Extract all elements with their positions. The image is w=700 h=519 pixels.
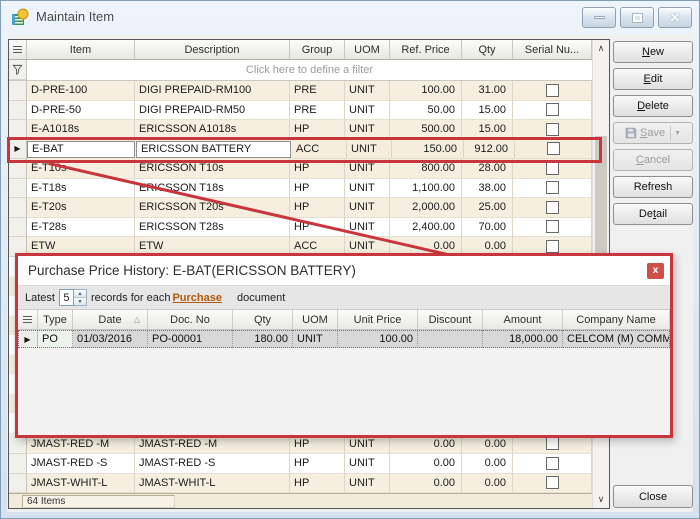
filter-gutter-cell[interactable] <box>9 60 27 80</box>
table-row[interactable]: D-PRE-100 DIGI PREPAID-RM100 PRE UNIT 10… <box>9 81 592 101</box>
table-row[interactable]: E-T18s ERICSSON T18s HP UNIT 1,100.00 38… <box>9 179 592 199</box>
latest-label: Latest <box>25 292 55 304</box>
close-button[interactable]: Close <box>613 485 693 508</box>
column-header-item[interactable]: Item <box>27 40 135 59</box>
column-header-group[interactable]: Group <box>290 40 345 59</box>
dialog-title: Purchase Price History: E-BAT(ERICSSON B… <box>28 263 356 278</box>
column-header-discount[interactable]: Discount <box>418 310 483 329</box>
annotation-highlight-box <box>7 137 602 163</box>
serial-checkbox[interactable] <box>546 240 559 253</box>
window-titlebar: Maintain Item ✕ <box>1 1 699 34</box>
edit-button[interactable]: Edit <box>613 68 693 90</box>
purchase-link[interactable]: Purchase <box>172 292 222 304</box>
history-gutter-header <box>18 310 38 329</box>
table-header-row: Item Description Group UOM Ref. Price Qt… <box>9 40 592 60</box>
column-header-doc-no[interactable]: Doc. No <box>148 310 233 329</box>
scroll-down-icon[interactable]: ∨ <box>593 491 609 508</box>
minimize-button[interactable] <box>582 7 616 28</box>
serial-checkbox[interactable] <box>546 162 559 175</box>
table-row[interactable]: E-T20s ERICSSON T20s HP UNIT 2,000.00 25… <box>9 198 592 218</box>
stepper-down-icon[interactable]: ▼ <box>74 297 86 305</box>
sort-ascending-icon: △ <box>134 315 140 324</box>
column-header-type[interactable]: Type <box>38 310 73 329</box>
serial-checkbox[interactable] <box>546 220 559 233</box>
column-header-ref-price[interactable]: Ref. Price <box>390 40 462 59</box>
serial-checkbox[interactable] <box>546 201 559 214</box>
stepper-value[interactable]: 5 <box>59 289 74 306</box>
dialog-toolbar: Latest 5 ▲ ▼ records for each Purchase d… <box>18 286 670 310</box>
column-header-qty[interactable]: Qty <box>233 310 293 329</box>
column-header-qty[interactable]: Qty <box>462 40 513 59</box>
table-row[interactable]: JMAST-WHIT-L JMAST-WHIT-L HP UNIT 0.00 0… <box>9 474 592 494</box>
purchase-price-history-dialog: Purchase Price History: E-BAT(ERICSSON B… <box>15 253 673 438</box>
records-for-each-label: records for each <box>91 292 170 304</box>
column-header-serial[interactable]: Serial Nu... <box>513 40 592 59</box>
close-icon: ✕ <box>670 11 681 24</box>
save-button[interactable]: Save ▼ <box>613 122 693 144</box>
close-window-button[interactable]: ✕ <box>658 7 692 28</box>
current-row-marker-icon: ▶ <box>24 335 30 344</box>
maximize-icon <box>633 14 642 22</box>
filter-funnel-icon <box>12 64 23 75</box>
latest-count-stepper[interactable]: 5 ▲ ▼ <box>59 289 87 306</box>
dialog-titlebar: Purchase Price History: E-BAT(ERICSSON B… <box>18 256 670 286</box>
serial-checkbox[interactable] <box>546 476 559 489</box>
serial-checkbox[interactable] <box>546 103 559 116</box>
dialog-close-button[interactable]: x <box>647 263 664 279</box>
serial-checkbox[interactable] <box>546 437 559 450</box>
column-header-uom[interactable]: UOM <box>293 310 338 329</box>
history-row-selected[interactable]: ▶ PO 01/03/2016 PO-00001 180.00 UNIT 100… <box>18 330 670 348</box>
table-row[interactable]: JMAST-RED -S JMAST-RED -S HP UNIT 0.00 0… <box>9 454 592 474</box>
table-row[interactable]: D-PRE-50 DIGI PREPAID-RM50 PRE UNIT 50.0… <box>9 101 592 121</box>
document-label: document <box>237 292 285 304</box>
app-icon <box>10 8 29 27</box>
column-header-company[interactable]: Company Name <box>563 310 670 329</box>
gutter-header-cell <box>9 40 27 59</box>
filter-row[interactable]: Click here to define a filter <box>9 60 592 81</box>
serial-checkbox[interactable] <box>546 181 559 194</box>
detail-button[interactable]: Detail <box>613 203 693 225</box>
serial-checkbox[interactable] <box>546 123 559 136</box>
new-button[interactable]: New <box>613 41 693 63</box>
column-header-date[interactable]: Date △ <box>73 310 148 329</box>
maximize-button[interactable] <box>620 7 654 28</box>
column-header-description[interactable]: Description <box>135 40 290 59</box>
column-header-uom[interactable]: UOM <box>345 40 390 59</box>
save-dropdown-icon[interactable]: ▼ <box>674 130 681 137</box>
serial-checkbox[interactable] <box>546 457 559 470</box>
window-title: Maintain Item <box>36 9 114 24</box>
stepper-up-icon[interactable]: ▲ <box>74 290 86 297</box>
history-header-row: Type Date △ Doc. No Qty UOM Unit Price D… <box>18 310 670 330</box>
rows-menu-icon[interactable] <box>13 46 22 54</box>
cancel-button[interactable]: Cancel <box>613 149 693 171</box>
item-count: 64 Items <box>22 495 175 508</box>
rows-menu-icon[interactable] <box>23 316 32 324</box>
maintain-item-window: Maintain Item ✕ Item Description Group U… <box>0 0 700 519</box>
scroll-up-icon[interactable]: ∧ <box>593 40 609 57</box>
serial-checkbox[interactable] <box>546 84 559 97</box>
delete-button[interactable]: Delete <box>613 95 693 117</box>
column-header-unit-price[interactable]: Unit Price <box>338 310 418 329</box>
minimize-icon <box>594 16 605 19</box>
column-header-amount[interactable]: Amount <box>483 310 563 329</box>
filter-prompt[interactable]: Click here to define a filter <box>27 60 592 80</box>
refresh-button[interactable]: Refresh <box>613 176 693 198</box>
floppy-disk-icon <box>625 127 637 139</box>
table-footer: 64 Items <box>9 493 592 508</box>
